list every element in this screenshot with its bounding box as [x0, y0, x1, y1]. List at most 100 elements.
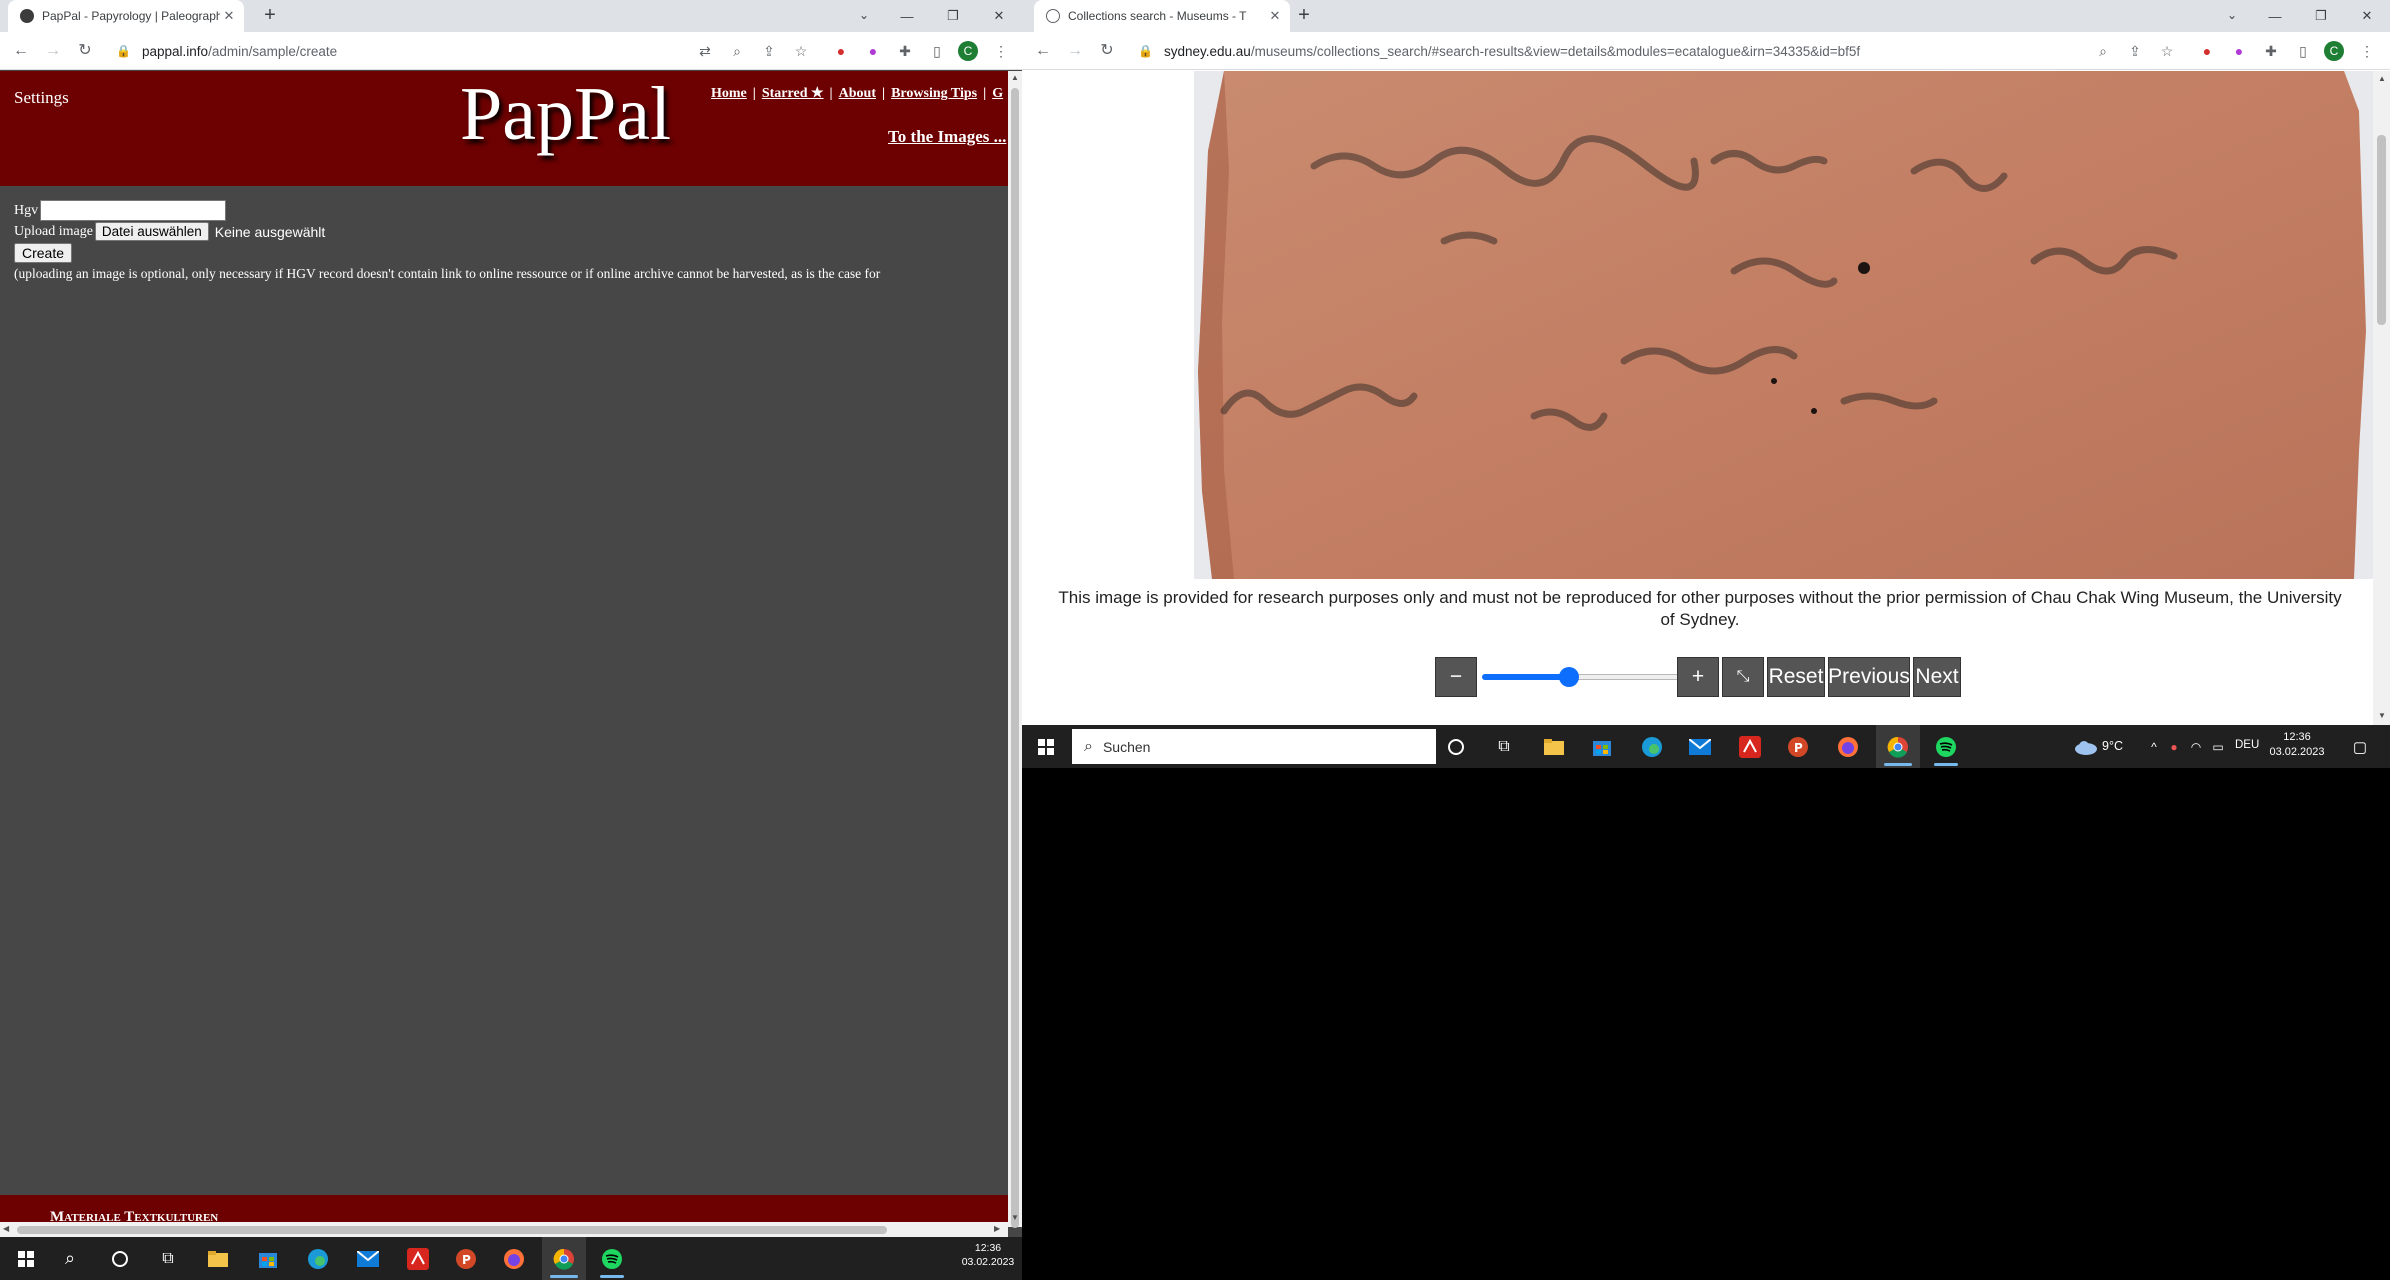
mail-icon[interactable]: [1682, 725, 1718, 768]
forward-icon[interactable]: →: [1064, 40, 1086, 62]
menu-kebab-icon[interactable]: ⋮: [2356, 40, 2378, 62]
scrollbar-thumb[interactable]: [17, 1226, 887, 1234]
firefox-icon[interactable]: [496, 1237, 532, 1280]
chrome-icon[interactable]: [1876, 725, 1920, 768]
cortana-icon[interactable]: [102, 1237, 138, 1280]
acrobat-icon[interactable]: [1732, 725, 1768, 768]
reload-icon[interactable]: ↻: [74, 40, 96, 62]
weather-cloud-icon[interactable]: [2072, 725, 2100, 768]
nav-about-link[interactable]: About: [839, 86, 876, 101]
next-button[interactable]: Next: [1913, 657, 1961, 697]
task-view-icon[interactable]: ⧉: [1486, 725, 1522, 768]
scrollbar-thumb[interactable]: [1011, 88, 1019, 1228]
chrome-icon[interactable]: [542, 1237, 586, 1280]
nav-more-link[interactable]: G: [992, 86, 1003, 101]
close-tab-icon[interactable]: ✕: [1266, 8, 1284, 24]
scroll-right-icon[interactable]: ▶: [994, 1224, 1000, 1233]
create-button[interactable]: Create: [14, 243, 73, 263]
settings-link[interactable]: Settings: [14, 88, 69, 108]
task-view-icon[interactable]: ⧉: [150, 1237, 186, 1280]
taskbar-search-box[interactable]: ⌕ Suchen: [1072, 729, 1436, 764]
windows-start-icon[interactable]: [8, 1237, 44, 1280]
notifications-icon[interactable]: ▢: [2342, 725, 2378, 768]
zoom-slider[interactable]: [1482, 667, 1698, 687]
powerpoint-icon[interactable]: P: [1780, 725, 1816, 768]
zoom-icon[interactable]: ⌕: [2092, 40, 2114, 62]
weather-temp[interactable]: 9°C: [2102, 739, 2123, 753]
bookmark-star-icon[interactable]: ☆: [2156, 40, 2178, 62]
zoom-out-button[interactable]: −: [1435, 657, 1477, 697]
tray-app-icon[interactable]: ●: [2164, 725, 2184, 768]
file-explorer-icon[interactable]: [200, 1237, 236, 1280]
extension-red-icon[interactable]: ●: [830, 40, 852, 62]
share-icon[interactable]: ⇪: [2124, 40, 2146, 62]
scroll-up-icon[interactable]: ▲: [2378, 74, 2386, 83]
extension-red-icon[interactable]: ●: [2196, 40, 2218, 62]
windows-start-icon[interactable]: [1030, 725, 1062, 768]
taskbar-clock[interactable]: 12:36 03.02.2023: [958, 1241, 1018, 1269]
scroll-down-icon[interactable]: ▼: [2378, 711, 2386, 720]
vertical-scrollbar[interactable]: ▲ ▼: [1008, 71, 1022, 1228]
new-tab-button[interactable]: +: [1292, 4, 1316, 28]
scroll-left-icon[interactable]: ◀: [3, 1224, 9, 1233]
spotify-icon[interactable]: [1926, 725, 1966, 768]
minimize-icon[interactable]: —: [884, 0, 930, 32]
tab-pappal[interactable]: PapPal - Papyrology | Paleograph ✕: [8, 0, 244, 32]
side-panel-icon[interactable]: ▯: [926, 40, 948, 62]
store-icon[interactable]: [1584, 725, 1620, 768]
zoom-icon[interactable]: ⌕: [726, 40, 748, 62]
side-panel-icon[interactable]: ▯: [2292, 40, 2314, 62]
forward-icon[interactable]: →: [42, 40, 64, 62]
mail-icon[interactable]: [350, 1237, 386, 1280]
file-explorer-icon[interactable]: [1536, 725, 1572, 768]
zoom-in-button[interactable]: +: [1677, 657, 1719, 697]
slider-knob[interactable]: [1559, 667, 1579, 687]
tab-search-icon[interactable]: ⌄: [852, 4, 876, 28]
address-bar[interactable]: 🔒 sydney.edu.au/museums/collections_sear…: [1138, 36, 1860, 66]
address-bar[interactable]: 🔒 pappal.info/admin/sample/create: [116, 36, 337, 66]
tab-collections[interactable]: Collections search - Museums - T ✕: [1034, 0, 1290, 32]
hgv-input[interactable]: [40, 200, 227, 221]
previous-button[interactable]: Previous: [1828, 657, 1910, 697]
choose-file-button[interactable]: Datei auswählen: [94, 222, 209, 241]
close-window-icon[interactable]: ✕: [2344, 0, 2390, 32]
tray-chevron-icon[interactable]: ^: [2144, 725, 2164, 768]
back-icon[interactable]: ←: [1032, 40, 1054, 62]
profile-avatar[interactable]: C: [2324, 41, 2344, 61]
new-tab-button[interactable]: +: [258, 4, 282, 28]
search-icon[interactable]: ⌕: [52, 1237, 88, 1280]
minimize-icon[interactable]: —: [2252, 0, 2298, 32]
scrollbar-thumb[interactable]: [2377, 135, 2386, 325]
vertical-scrollbar[interactable]: ▲ ▼: [2373, 71, 2390, 725]
battery-icon[interactable]: ▭: [2208, 725, 2228, 768]
back-icon[interactable]: ←: [10, 40, 32, 62]
tab-search-icon[interactable]: ⌄: [2220, 4, 2244, 28]
wifi-icon[interactable]: ◠: [2186, 725, 2206, 768]
nav-browsing-tips-link[interactable]: Browsing Tips: [891, 86, 977, 101]
ostracon-image[interactable]: [1194, 71, 2373, 579]
nav-home-link[interactable]: Home: [711, 86, 747, 101]
nav-starred-link[interactable]: Starred ★: [762, 86, 824, 101]
restore-icon[interactable]: ❐: [930, 0, 976, 32]
taskbar-clock[interactable]: 12:36 03.02.2023: [2267, 730, 2327, 760]
edge-icon[interactable]: [300, 1237, 336, 1280]
extensions-puzzle-icon[interactable]: ✚: [894, 40, 916, 62]
restore-icon[interactable]: ❐: [2298, 0, 2344, 32]
reset-button[interactable]: Reset: [1767, 657, 1825, 697]
edge-icon[interactable]: [1634, 725, 1670, 768]
close-tab-icon[interactable]: ✕: [220, 8, 238, 24]
translate-icon[interactable]: ⇄: [694, 40, 716, 62]
share-icon[interactable]: ⇪: [758, 40, 780, 62]
reload-icon[interactable]: ↻: [1096, 40, 1118, 62]
spotify-icon[interactable]: [592, 1237, 632, 1280]
pappal-logo[interactable]: PapPal: [460, 71, 671, 158]
bookmark-star-icon[interactable]: ☆: [790, 40, 812, 62]
close-window-icon[interactable]: ✕: [976, 0, 1022, 32]
firefox-icon[interactable]: [1830, 725, 1866, 768]
menu-kebab-icon[interactable]: ⋮: [990, 40, 1012, 62]
powerpoint-icon[interactable]: P: [448, 1237, 484, 1280]
horizontal-scrollbar[interactable]: ◀ ▶: [0, 1222, 1008, 1237]
extension-purple-icon[interactable]: ●: [2228, 40, 2250, 62]
profile-avatar[interactable]: C: [958, 41, 978, 61]
scroll-up-icon[interactable]: ▲: [1011, 73, 1019, 82]
